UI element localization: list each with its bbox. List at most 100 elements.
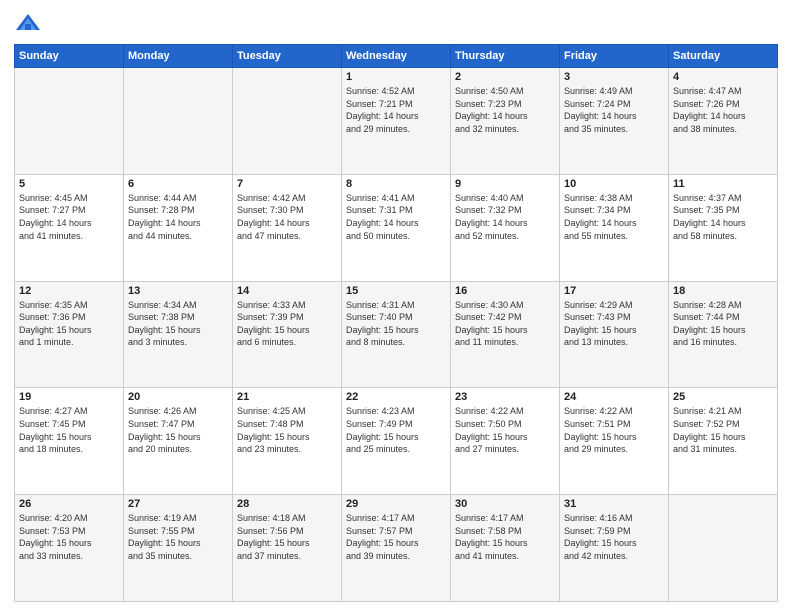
day-info: Sunrise: 4:35 AM Sunset: 7:36 PM Dayligh… (19, 299, 119, 349)
calendar-cell (233, 68, 342, 175)
day-number: 2 (455, 71, 555, 83)
day-number: 19 (19, 391, 119, 403)
day-number: 8 (346, 178, 446, 190)
calendar-cell: 16Sunrise: 4:30 AM Sunset: 7:42 PM Dayli… (451, 281, 560, 388)
day-number: 20 (128, 391, 228, 403)
calendar-cell (124, 68, 233, 175)
day-number: 14 (237, 285, 337, 297)
calendar-cell: 26 Sunrise: 4:20 AM Sunset: 7:53 PM Dayli… (15, 495, 124, 602)
day-number: 27 (128, 498, 228, 510)
week-row-2: 5 Sunrise: 4:45 AM Sunset: 7:27 PM Daylig… (15, 174, 778, 281)
calendar-cell: 2 Sunrise: 4:50 AM Sunset: 7:23 PM Daylig… (451, 68, 560, 175)
calendar-cell: 31 Sunrise: 4:16 AM Sunset: 7:59 PM Dayli… (560, 495, 669, 602)
weekday-header-monday: Monday (124, 45, 233, 68)
calendar-cell: 27 Sunrise: 4:19 AM Sunset: 7:55 PM Dayli… (124, 495, 233, 602)
day-number: 30 (455, 498, 555, 510)
day-number: 1 (346, 71, 446, 83)
day-number: 28 (237, 498, 337, 510)
day-info: Sunrise: 4:16 AM Sunset: 7:59 PM Dayligh… (564, 512, 664, 562)
calendar-cell: 7 Sunrise: 4:42 AM Sunset: 7:30 PM Daylig… (233, 174, 342, 281)
weekday-header-friday: Friday (560, 45, 669, 68)
day-info: Sunrise: 4:17 AM Sunset: 7:57 PM Dayligh… (346, 512, 446, 562)
day-number: 10 (564, 178, 664, 190)
day-number: 24 (564, 391, 664, 403)
day-info: Sunrise: 4:37 AM Sunset: 7:35 PM Dayligh… (673, 192, 773, 242)
day-number: 6 (128, 178, 228, 190)
day-number: 21 (237, 391, 337, 403)
weekday-header-saturday: Saturday (669, 45, 778, 68)
day-number: 9 (455, 178, 555, 190)
day-number: 23 (455, 391, 555, 403)
day-number: 5 (19, 178, 119, 190)
day-info: Sunrise: 4:25 AM Sunset: 7:48 PM Dayligh… (237, 405, 337, 455)
calendar-cell: 17Sunrise: 4:29 AM Sunset: 7:43 PM Dayli… (560, 281, 669, 388)
day-number: 4 (673, 71, 773, 83)
calendar-cell: 14 Sunrise: 4:33 AM Sunset: 7:39 PM Dayli… (233, 281, 342, 388)
day-info: Sunrise: 4:40 AM Sunset: 7:32 PM Dayligh… (455, 192, 555, 242)
calendar-page: SundayMondayTuesdayWednesdayThursdayFrid… (0, 0, 792, 612)
calendar-cell: 3 Sunrise: 4:49 AM Sunset: 7:24 PM Daylig… (560, 68, 669, 175)
calendar-cell: 9 Sunrise: 4:40 AM Sunset: 7:32 PM Daylig… (451, 174, 560, 281)
calendar-cell: 21 Sunrise: 4:25 AM Sunset: 7:48 PM Dayli… (233, 388, 342, 495)
logo-icon (14, 10, 42, 38)
day-info: Sunrise: 4:44 AM Sunset: 7:28 PM Dayligh… (128, 192, 228, 242)
day-info: Sunrise: 4:20 AM Sunset: 7:53 PM Dayligh… (19, 512, 119, 562)
calendar-cell: 19 Sunrise: 4:27 AM Sunset: 7:45 PM Dayli… (15, 388, 124, 495)
calendar-cell: 6 Sunrise: 4:44 AM Sunset: 7:28 PM Daylig… (124, 174, 233, 281)
day-number: 16 (455, 285, 555, 297)
calendar-cell (15, 68, 124, 175)
calendar-cell: 28 Sunrise: 4:18 AM Sunset: 7:56 PM Dayli… (233, 495, 342, 602)
calendar-cell: 24 Sunrise: 4:22 AM Sunset: 7:51 PM Dayli… (560, 388, 669, 495)
weekday-header-tuesday: Tuesday (233, 45, 342, 68)
day-info: Sunrise: 4:49 AM Sunset: 7:24 PM Dayligh… (564, 85, 664, 135)
day-number: 15 (346, 285, 446, 297)
calendar-cell: 22 Sunrise: 4:23 AM Sunset: 7:49 PM Dayli… (342, 388, 451, 495)
calendar-cell: 13Sunrise: 4:34 AM Sunset: 7:38 PM Dayli… (124, 281, 233, 388)
day-number: 18 (673, 285, 773, 297)
calendar-cell: 12 Sunrise: 4:35 AM Sunset: 7:36 PM Dayli… (15, 281, 124, 388)
calendar-cell: 18Sunrise: 4:28 AM Sunset: 7:44 PM Dayli… (669, 281, 778, 388)
calendar-cell (669, 495, 778, 602)
day-info: Sunrise: 4:50 AM Sunset: 7:23 PM Dayligh… (455, 85, 555, 135)
weekday-header-wednesday: Wednesday (342, 45, 451, 68)
day-info: Sunrise: 4:19 AM Sunset: 7:55 PM Dayligh… (128, 512, 228, 562)
day-number: 29 (346, 498, 446, 510)
day-number: 11 (673, 178, 773, 190)
calendar-cell: 5 Sunrise: 4:45 AM Sunset: 7:27 PM Daylig… (15, 174, 124, 281)
day-info: Sunrise: 4:23 AM Sunset: 7:49 PM Dayligh… (346, 405, 446, 455)
weekday-header-row: SundayMondayTuesdayWednesdayThursdayFrid… (15, 45, 778, 68)
calendar-cell: 25Sunrise: 4:21 AM Sunset: 7:52 PM Dayli… (669, 388, 778, 495)
day-info: Sunrise: 4:33 AM Sunset: 7:39 PM Dayligh… (237, 299, 337, 349)
day-number: 12 (19, 285, 119, 297)
week-row-4: 19 Sunrise: 4:27 AM Sunset: 7:45 PM Dayli… (15, 388, 778, 495)
day-number: 25 (673, 391, 773, 403)
day-info: Sunrise: 4:34 AM Sunset: 7:38 PM Dayligh… (128, 299, 228, 349)
calendar-cell: 1 Sunrise: 4:52 AM Sunset: 7:21 PM Daylig… (342, 68, 451, 175)
day-number: 26 (19, 498, 119, 510)
day-number: 3 (564, 71, 664, 83)
day-info: Sunrise: 4:22 AM Sunset: 7:51 PM Dayligh… (564, 405, 664, 455)
weekday-header-thursday: Thursday (451, 45, 560, 68)
day-info: Sunrise: 4:47 AM Sunset: 7:26 PM Dayligh… (673, 85, 773, 135)
logo (14, 10, 46, 38)
day-info: Sunrise: 4:31 AM Sunset: 7:40 PM Dayligh… (346, 299, 446, 349)
day-info: Sunrise: 4:26 AM Sunset: 7:47 PM Dayligh… (128, 405, 228, 455)
day-number: 7 (237, 178, 337, 190)
day-info: Sunrise: 4:38 AM Sunset: 7:34 PM Dayligh… (564, 192, 664, 242)
calendar-cell: 4 Sunrise: 4:47 AM Sunset: 7:26 PM Daylig… (669, 68, 778, 175)
day-number: 22 (346, 391, 446, 403)
day-info: Sunrise: 4:45 AM Sunset: 7:27 PM Dayligh… (19, 192, 119, 242)
calendar-cell: 8 Sunrise: 4:41 AM Sunset: 7:31 PM Daylig… (342, 174, 451, 281)
day-number: 31 (564, 498, 664, 510)
day-info: Sunrise: 4:42 AM Sunset: 7:30 PM Dayligh… (237, 192, 337, 242)
calendar-table: SundayMondayTuesdayWednesdayThursdayFrid… (14, 44, 778, 602)
day-number: 17 (564, 285, 664, 297)
calendar-cell: 20 Sunrise: 4:26 AM Sunset: 7:47 PM Dayli… (124, 388, 233, 495)
day-info: Sunrise: 4:52 AM Sunset: 7:21 PM Dayligh… (346, 85, 446, 135)
day-info: Sunrise: 4:27 AM Sunset: 7:45 PM Dayligh… (19, 405, 119, 455)
calendar-cell: 15 Sunrise: 4:31 AM Sunset: 7:40 PM Dayli… (342, 281, 451, 388)
day-info: Sunrise: 4:18 AM Sunset: 7:56 PM Dayligh… (237, 512, 337, 562)
calendar-cell: 23Sunrise: 4:22 AM Sunset: 7:50 PM Dayli… (451, 388, 560, 495)
day-info: Sunrise: 4:41 AM Sunset: 7:31 PM Dayligh… (346, 192, 446, 242)
calendar-cell: 10 Sunrise: 4:38 AM Sunset: 7:34 PM Dayli… (560, 174, 669, 281)
